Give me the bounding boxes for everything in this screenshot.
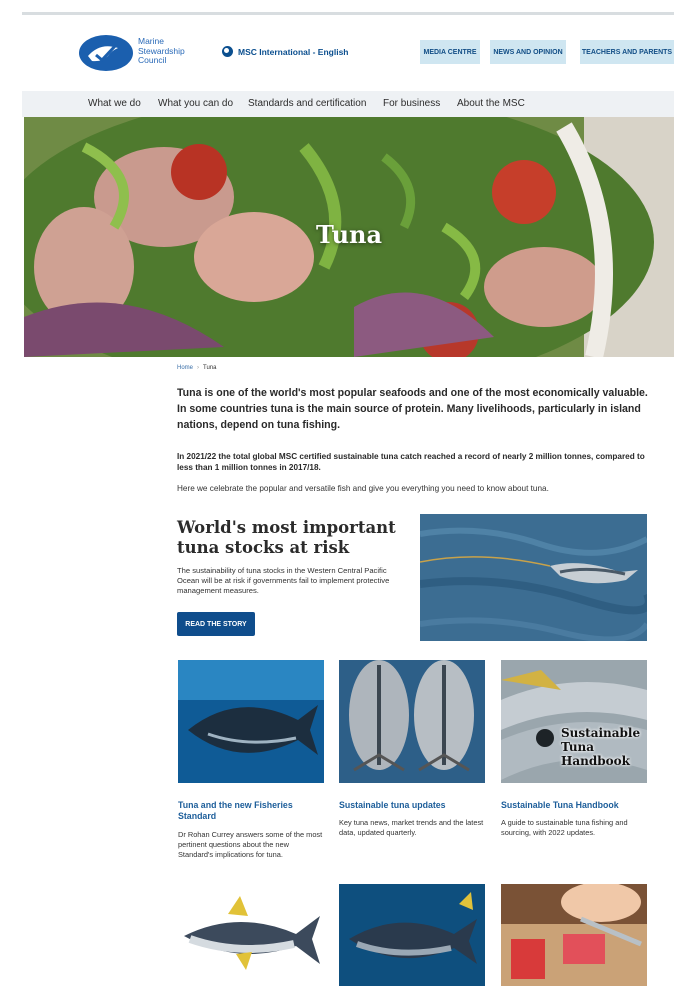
news-and-opinion-button[interactable]: NEWS AND OPINION xyxy=(490,40,566,64)
hero-banner: Tuna xyxy=(24,117,674,357)
language-label: MSC International - English xyxy=(238,46,349,57)
nav-item-about[interactable]: About the MSC xyxy=(457,98,525,109)
card-image-tuna-cutting[interactable] xyxy=(501,884,647,986)
celebrate-text: Here we celebrate the popular and versat… xyxy=(177,484,549,493)
main-nav: What we do What you can do Standards and… xyxy=(22,91,674,117)
site-header: Marine Stewardship Council MSC Internati… xyxy=(22,30,674,82)
card-image-bluefin[interactable] xyxy=(178,660,324,783)
card-image-handbook[interactable]: Sustainable Tuna Handbook xyxy=(501,660,647,783)
feature-image-tuna-line[interactable] xyxy=(420,514,647,641)
msc-logo[interactable] xyxy=(78,34,134,72)
nav-item-what-we-do[interactable]: What we do xyxy=(88,98,141,109)
nav-item-what-you-can-do[interactable]: What you can do xyxy=(158,98,233,109)
breadcrumb-current: Tuna xyxy=(203,365,217,371)
feature-text: The sustainability of tuna stocks in the… xyxy=(177,566,390,595)
card-image-yellowfin-water[interactable] xyxy=(339,884,485,986)
catch-record-text: In 2021/22 the total global MSC certifie… xyxy=(177,452,645,472)
breadcrumb-separator: › xyxy=(197,365,200,371)
card-text-tuna-updates: Key tuna news, market trends and the lat… xyxy=(339,818,484,837)
media-centre-button[interactable]: MEDIA CENTRE xyxy=(420,40,480,64)
card-text-handbook: A guide to sustainable tuna fishing and … xyxy=(501,818,628,837)
hero-title: Tuna xyxy=(315,220,383,249)
logo-wordmark: Marine Stewardship Council xyxy=(138,36,185,65)
card-title-fisheries-standard[interactable]: Tuna and the new Fisheries Standard xyxy=(178,800,328,822)
card-title-tuna-updates[interactable]: Sustainable tuna updates xyxy=(339,800,489,811)
top-divider xyxy=(22,12,674,15)
handbook-image-label: Sustainable Tuna Handbook xyxy=(561,726,641,768)
card-text-fisheries-standard: Dr Rohan Currey answers some of the most… xyxy=(178,830,323,859)
globe-icon xyxy=(222,46,233,57)
language-selector[interactable]: MSC International - English xyxy=(222,46,349,57)
nav-item-for-business[interactable]: For business xyxy=(383,98,440,109)
card-title-handbook[interactable]: Sustainable Tuna Handbook xyxy=(501,800,651,811)
nav-item-standards[interactable]: Standards and certification xyxy=(248,98,366,109)
intro-text: Tuna is one of the world's most popular … xyxy=(177,387,648,431)
feature-title: World's most important tuna stocks at ri… xyxy=(177,518,396,557)
read-the-story-button[interactable]: READ THE STORY xyxy=(177,612,255,636)
teachers-and-parents-button[interactable]: TEACHERS AND PARENTS xyxy=(580,40,674,64)
card-image-tuna-pair[interactable] xyxy=(339,660,485,783)
breadcrumb: Home › Tuna xyxy=(177,365,216,371)
breadcrumb-home[interactable]: Home xyxy=(177,365,193,371)
card-image-yellowfin-white[interactable] xyxy=(178,884,324,986)
